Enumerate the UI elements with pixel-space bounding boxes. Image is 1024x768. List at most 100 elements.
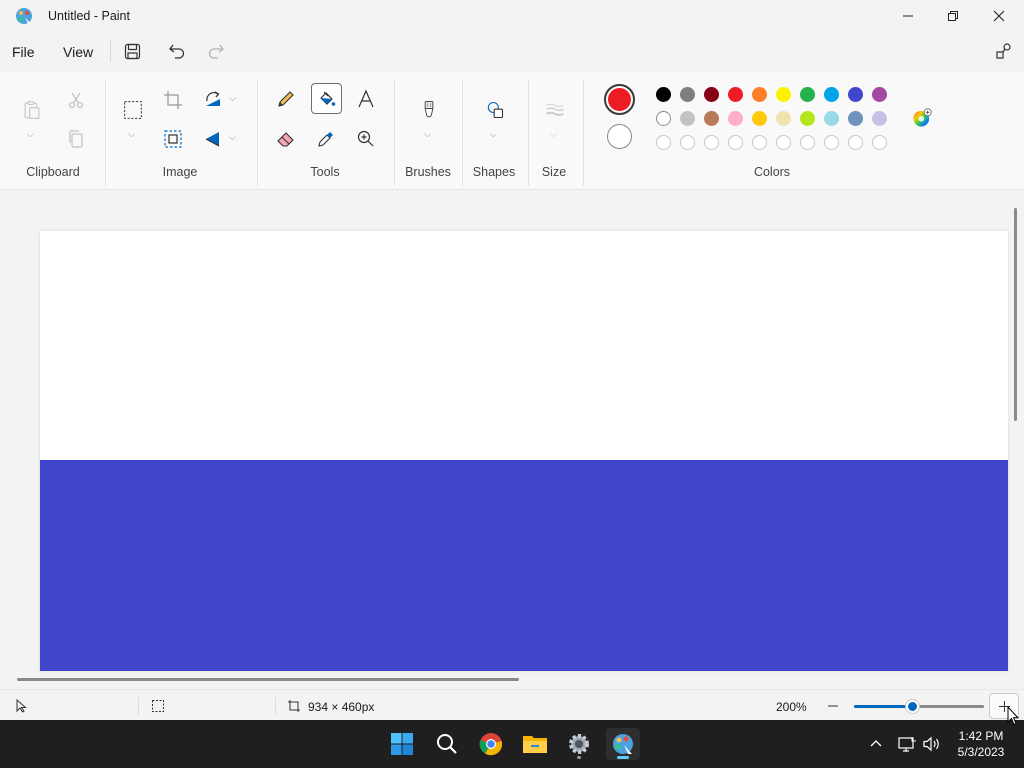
close-button[interactable] xyxy=(976,0,1022,32)
custom-color-slot[interactable] xyxy=(848,135,863,150)
color-swatch[interactable] xyxy=(800,87,815,102)
paste-icon xyxy=(24,101,40,119)
color-swatch[interactable] xyxy=(848,111,863,126)
share-button[interactable] xyxy=(993,40,1015,62)
flip-chevron-icon[interactable]: ⌵ xyxy=(229,132,236,143)
custom-color-slot[interactable] xyxy=(656,135,671,150)
color-swatch[interactable] xyxy=(656,87,671,102)
crop-button[interactable] xyxy=(158,85,188,115)
taskbar-paint[interactable] xyxy=(606,728,640,760)
size-button[interactable] xyxy=(540,95,570,125)
pencil-tool[interactable] xyxy=(271,84,301,114)
show-hidden-icons-button[interactable] xyxy=(866,734,886,754)
copy-button[interactable] xyxy=(61,124,91,154)
flip-button[interactable] xyxy=(198,124,228,154)
color-swatch[interactable] xyxy=(824,111,839,126)
pencil-icon xyxy=(278,91,294,107)
zoom-out-button[interactable] xyxy=(827,700,839,712)
custom-color-slot[interactable] xyxy=(680,135,695,150)
custom-color-slot[interactable] xyxy=(776,135,791,150)
status-bar: 934 × 460px 200% xyxy=(0,689,1024,720)
custom-color-slot[interactable] xyxy=(800,135,815,150)
zoom-level-label[interactable]: 200% xyxy=(776,700,807,714)
rotate-button[interactable] xyxy=(198,85,228,115)
shapes-button[interactable] xyxy=(480,95,510,125)
brushes-button[interactable] xyxy=(414,95,444,125)
volume-icon xyxy=(923,736,939,752)
chrome-icon xyxy=(479,733,503,756)
custom-color-slot[interactable] xyxy=(704,135,719,150)
color-swatch[interactable] xyxy=(728,111,743,126)
system-clock[interactable]: 1:42 PM 5/3/2023 xyxy=(948,728,1014,760)
cursor-position-icon xyxy=(16,699,27,713)
taskbar-settings[interactable] xyxy=(562,728,596,760)
taskbar-search-button[interactable] xyxy=(430,728,464,760)
custom-color-slot[interactable] xyxy=(824,135,839,150)
color-swatch[interactable] xyxy=(752,87,767,102)
color-swatch[interactable] xyxy=(848,87,863,102)
undo-icon xyxy=(169,44,185,59)
color-swatch[interactable] xyxy=(776,87,791,102)
taskbar-file-explorer[interactable] xyxy=(518,728,552,760)
color-swatch[interactable] xyxy=(728,87,743,102)
secondary-color[interactable] xyxy=(607,124,632,149)
color-swatch[interactable] xyxy=(752,111,767,126)
file-explorer-icon xyxy=(523,736,547,753)
shapes-icon xyxy=(487,101,504,119)
drawing-canvas[interactable] xyxy=(40,231,1008,671)
custom-color-slot[interactable] xyxy=(728,135,743,150)
custom-color-slot[interactable] xyxy=(752,135,767,150)
select-button[interactable] xyxy=(118,95,148,125)
color-swatch[interactable] xyxy=(800,111,815,126)
color-swatch[interactable] xyxy=(680,87,695,102)
color-picker-tool[interactable] xyxy=(311,124,341,154)
color-swatch[interactable] xyxy=(776,111,791,126)
color-swatch[interactable] xyxy=(680,111,695,126)
undo-button[interactable] xyxy=(166,40,188,62)
select-chevron-icon[interactable]: ⌵ xyxy=(128,129,135,140)
paint-app-icon xyxy=(16,8,32,24)
volume-button[interactable] xyxy=(922,734,942,754)
magnifier-tool[interactable] xyxy=(351,124,381,154)
vertical-scrollbar[interactable] xyxy=(1014,208,1017,421)
eraser-tool[interactable] xyxy=(271,124,301,154)
color-swatch[interactable] xyxy=(704,87,719,102)
rotate-chevron-icon[interactable]: ⌵ xyxy=(229,93,236,104)
rotate-icon xyxy=(206,91,220,106)
color-swatch[interactable] xyxy=(872,87,887,102)
paste-button[interactable] xyxy=(17,95,47,125)
edit-colors-button[interactable] xyxy=(907,103,937,133)
clock-time: 1:42 PM xyxy=(958,729,1004,743)
color-swatch[interactable] xyxy=(872,111,887,126)
horizontal-scrollbar[interactable] xyxy=(17,678,519,681)
minimize-button[interactable] xyxy=(885,0,931,32)
fill-tool[interactable] xyxy=(311,83,342,114)
menu-view[interactable]: View xyxy=(63,44,93,60)
taskbar-chrome[interactable] xyxy=(474,728,508,760)
color-swatch[interactable] xyxy=(824,87,839,102)
start-button[interactable] xyxy=(385,728,419,760)
zoom-slider-thumb[interactable] xyxy=(906,700,919,713)
resize-button[interactable] xyxy=(158,124,188,154)
menu-file[interactable]: File xyxy=(12,44,35,60)
mouse-cursor-icon xyxy=(1007,706,1019,726)
size-chevron-icon[interactable]: ⌵ xyxy=(550,129,557,140)
network-button[interactable] xyxy=(897,734,917,754)
menu-divider xyxy=(110,40,111,62)
color-swatch[interactable] xyxy=(656,111,671,126)
windows-start-icon xyxy=(391,733,413,755)
primary-color[interactable] xyxy=(604,84,635,115)
canvas-workspace xyxy=(0,191,1024,689)
save-button[interactable] xyxy=(121,40,143,62)
shapes-chevron-icon[interactable]: ⌵ xyxy=(490,129,497,140)
zoom-slider[interactable] xyxy=(854,700,984,713)
cut-button[interactable] xyxy=(61,85,91,115)
custom-color-slot[interactable] xyxy=(872,135,887,150)
paste-chevron-icon[interactable]: ⌵ xyxy=(27,129,34,140)
text-tool[interactable] xyxy=(351,84,381,114)
brushes-chevron-icon[interactable]: ⌵ xyxy=(424,129,431,140)
filled-region[interactable] xyxy=(40,460,1008,671)
restore-button[interactable] xyxy=(930,0,976,32)
redo-button[interactable] xyxy=(205,40,227,62)
color-swatch[interactable] xyxy=(704,111,719,126)
